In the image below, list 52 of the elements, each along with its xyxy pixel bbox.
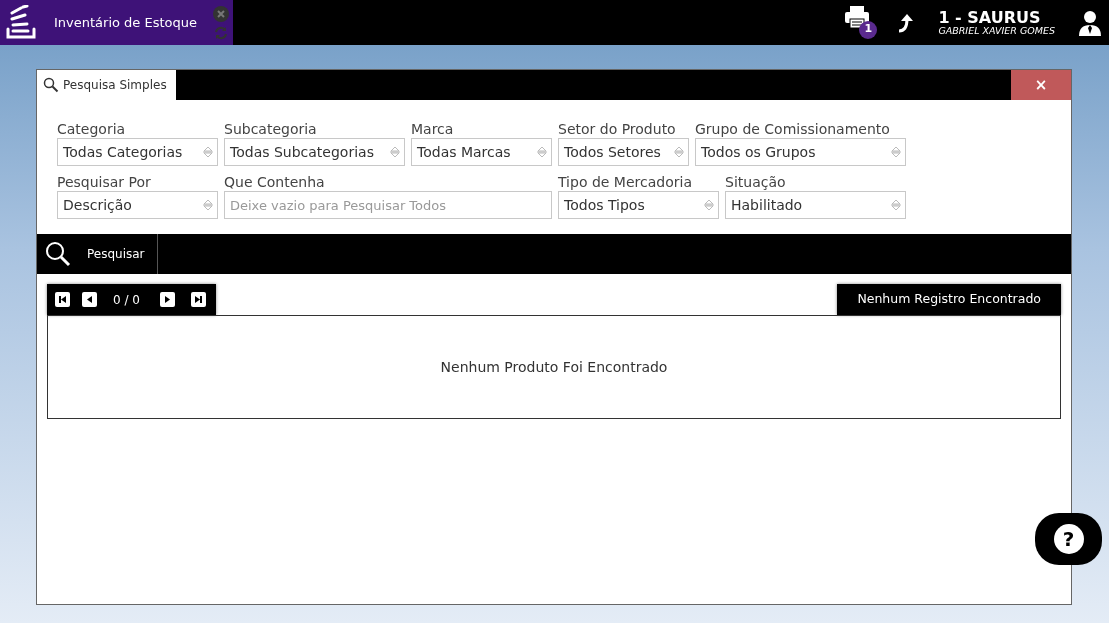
user-name: GABRIEL XAVIER GOMES bbox=[938, 25, 1055, 36]
curved-arrow-icon[interactable] bbox=[896, 12, 915, 33]
logo-icon bbox=[4, 4, 38, 41]
company-name: 1 - SAURUS bbox=[938, 9, 1042, 26]
sort-arrows-icon bbox=[674, 146, 684, 158]
next-icon bbox=[162, 295, 172, 304]
search-text-field[interactable]: Deixe vazio para Pesquisar Todos bbox=[224, 191, 552, 219]
search-icon bbox=[43, 77, 59, 93]
first-page-button[interactable] bbox=[55, 292, 70, 307]
sort-arrows-icon bbox=[203, 199, 213, 211]
field-label: Setor do Produto bbox=[558, 121, 677, 138]
dialog-tab-label: Pesquisa Simples bbox=[63, 77, 167, 94]
search-icon bbox=[45, 241, 71, 267]
dropdown-field[interactable]: Descrição bbox=[57, 191, 218, 219]
sort-arrows-icon bbox=[537, 146, 547, 158]
close-button[interactable]: × bbox=[1011, 70, 1071, 100]
sort-arrows-icon bbox=[203, 146, 213, 158]
previous-icon bbox=[85, 295, 94, 304]
field-label: Que Contenha bbox=[224, 174, 326, 191]
last-page-icon bbox=[193, 295, 203, 304]
field-label: Grupo de Comissionamento bbox=[695, 121, 891, 138]
field-label: Subcategoria bbox=[224, 121, 318, 138]
page-counter: 0 / 0 bbox=[113, 291, 140, 309]
field-label: Tipo de Mercadoria bbox=[558, 174, 693, 191]
sort-arrows-icon bbox=[891, 199, 901, 211]
user-icon[interactable] bbox=[1079, 9, 1101, 36]
close-icon[interactable] bbox=[213, 5, 229, 22]
dropdown-field[interactable]: Todas Categorias bbox=[57, 138, 218, 166]
empty-message: Nenhum Produto Foi Encontrado bbox=[440, 357, 668, 377]
dropdown-field[interactable]: Todos Setores bbox=[558, 138, 689, 166]
field-label: Pesquisar Por bbox=[57, 174, 152, 191]
sort-arrows-icon bbox=[891, 146, 901, 158]
field-label: Situação bbox=[725, 174, 787, 191]
first-page-icon bbox=[58, 295, 67, 304]
sort-arrows-icon bbox=[390, 146, 400, 158]
dropdown-field[interactable]: Todos os Grupos bbox=[695, 138, 906, 166]
dropdown-field[interactable]: Todas Subcategorias bbox=[224, 138, 405, 166]
printer-button[interactable]: 1 bbox=[844, 4, 881, 41]
help-button[interactable]: ? bbox=[1035, 513, 1102, 565]
sort-arrows-icon bbox=[704, 199, 714, 211]
previous-page-button[interactable] bbox=[82, 292, 97, 307]
field-label: Categoria bbox=[57, 121, 127, 138]
notification-badge: 1 bbox=[859, 20, 878, 39]
app-title: Inventário de Estoque bbox=[54, 13, 198, 32]
dialog-tab[interactable]: Pesquisa Simples bbox=[37, 70, 176, 100]
dropdown-field[interactable]: Habilitado bbox=[725, 191, 906, 219]
records-status: Nenhum Registro Encontrado bbox=[837, 284, 1061, 315]
dropdown-field[interactable]: Todos Tipos bbox=[558, 191, 719, 219]
last-page-button[interactable] bbox=[190, 292, 206, 307]
next-page-button[interactable] bbox=[159, 292, 175, 307]
dropdown-field[interactable]: Todas Marcas bbox=[411, 138, 552, 166]
field-label: Marca bbox=[411, 121, 455, 138]
